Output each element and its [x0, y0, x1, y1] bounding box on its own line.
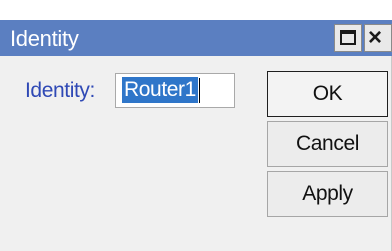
- title-bar[interactable]: Identity ×: [0, 0, 392, 56]
- apply-button[interactable]: Apply: [267, 171, 388, 217]
- identity-input-value: Router1: [122, 77, 198, 103]
- maximize-icon: [340, 30, 356, 45]
- cancel-button[interactable]: Cancel: [267, 121, 388, 167]
- identity-input[interactable]: Router1: [115, 73, 235, 108]
- identity-label: Identity:: [25, 79, 95, 102]
- window-title: Identity: [10, 26, 79, 51]
- identity-dialog: Identity × Identity: Router1 OK Cancel A…: [0, 0, 392, 251]
- close-icon: ×: [368, 24, 383, 51]
- ok-button[interactable]: OK: [267, 71, 388, 117]
- maximize-button[interactable]: [334, 24, 362, 52]
- text-caret: [199, 78, 200, 103]
- top-edge: [0, 0, 392, 20]
- close-button[interactable]: ×: [364, 24, 392, 52]
